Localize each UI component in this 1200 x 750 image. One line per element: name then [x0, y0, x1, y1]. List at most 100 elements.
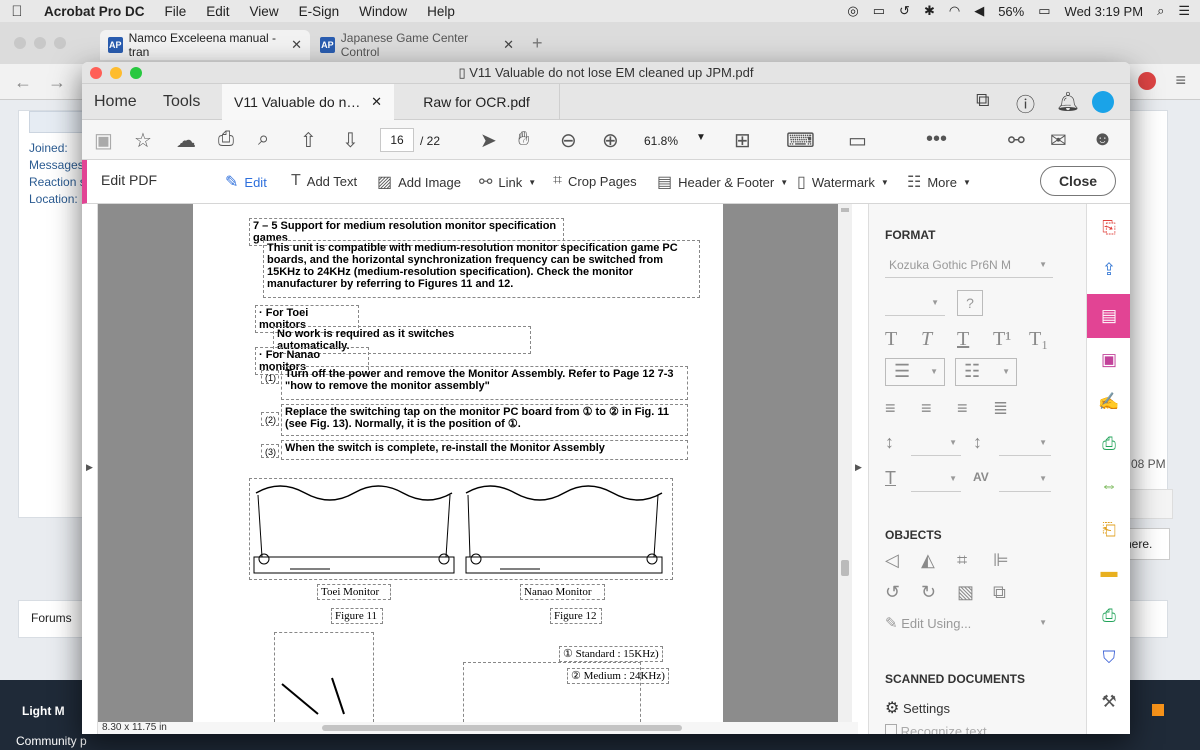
menu-view[interactable]: View — [240, 4, 289, 19]
scroll-thumb[interactable] — [841, 560, 849, 576]
step-2-number[interactable]: (2) — [261, 412, 279, 426]
figure-13-frame[interactable] — [274, 632, 374, 722]
line-spacing-dropdown[interactable]: ▼ — [911, 432, 961, 456]
italic-icon[interactable]: T — [921, 328, 932, 351]
fill-sign-icon[interactable]: ✍ — [1097, 390, 1121, 414]
rotate-left-icon[interactable]: ↺ — [885, 582, 900, 603]
home-tab[interactable]: Home — [94, 84, 137, 120]
bullet-list-dropdown[interactable]: ☰ ▼ — [885, 358, 945, 386]
menu-edit[interactable]: Edit — [196, 4, 239, 19]
apple-icon[interactable]:  — [0, 3, 34, 20]
export-pdf-icon[interactable]: ⇪ — [1097, 258, 1121, 282]
comment-icon[interactable]: ▭ — [848, 128, 867, 153]
flip-horizontal-icon[interactable]: ◁ — [885, 550, 899, 571]
organize-pages-icon[interactable]: ▣ — [1097, 348, 1121, 372]
subscript-icon[interactable]: T₁ — [1029, 328, 1048, 351]
align-objects-icon[interactable]: ⊫ — [993, 550, 1009, 571]
menu-file[interactable]: File — [155, 4, 197, 19]
battery-percent[interactable]: 56% — [998, 4, 1024, 19]
rotate-right-icon[interactable]: ↻ — [921, 582, 936, 603]
pdf-page[interactable]: 7 – 5 Support for medium resolution moni… — [193, 204, 723, 722]
share-screen-icon[interactable]: ⧉ — [976, 90, 990, 112]
recognize-text-option[interactable]: Recognize text — [885, 724, 987, 734]
chevron-down-icon[interactable]: ▼ — [696, 132, 706, 143]
browser-minimize-dot[interactable] — [34, 37, 46, 49]
back-arrow-icon[interactable]: ← — [14, 72, 32, 93]
upload-cloud-icon[interactable]: ☁ — [176, 128, 196, 153]
bookmark-star-icon[interactable]: ☆ — [134, 128, 152, 153]
email-icon[interactable]: ✉ — [1050, 128, 1067, 153]
right-panel-toggle[interactable]: ▶ — [852, 204, 868, 734]
page-number-input[interactable]: 16 — [380, 128, 414, 152]
header-footer-button[interactable]: ▤ Header & Footer ▼ — [657, 172, 788, 192]
figure-image-frame[interactable] — [249, 478, 673, 580]
align-center-icon[interactable]: ≡ — [921, 398, 932, 419]
menu-esign[interactable]: E-Sign — [289, 4, 350, 19]
doc-tab-raw[interactable]: Raw for OCR.pdf — [394, 84, 560, 120]
zoom-in-icon[interactable]: ⊕ — [602, 128, 619, 153]
volume-icon[interactable]: ◀ — [974, 3, 984, 19]
close-icon[interactable]: ✕ — [371, 84, 382, 120]
step-1-text[interactable]: Turn off the power and remove the Monito… — [281, 366, 688, 400]
paragraph-spacing-dropdown[interactable]: ▼ — [999, 432, 1051, 456]
character-spacing-icon[interactable]: AV — [973, 470, 989, 484]
edit-pdf-icon[interactable]: ▤ — [1097, 304, 1121, 328]
replace-image-icon[interactable]: ▧ — [957, 582, 974, 603]
menu-window[interactable]: Window — [349, 4, 417, 19]
text-scale-icon[interactable]: T — [885, 468, 896, 489]
nanao-monitor-caption[interactable]: Nanao Monitor — [520, 584, 605, 600]
page-display-icon[interactable]: ⊞ — [734, 128, 751, 153]
doc-tab-v11[interactable]: V11 Valuable do n… ✕ — [222, 84, 394, 120]
save-icon[interactable]: ▣ — [94, 128, 113, 153]
line-spacing-icon[interactable]: ↕ — [885, 432, 894, 453]
arrange-icon[interactable]: ⧉ — [993, 582, 1006, 603]
document-horizontal-scrollbar[interactable] — [322, 725, 682, 731]
flip-vertical-icon[interactable]: ◭ — [921, 550, 935, 571]
edit-tool-button[interactable]: ✎ Edit — [225, 172, 267, 192]
tools-tab[interactable]: Tools — [163, 84, 200, 120]
link-button[interactable]: ⚯ Link ▼ — [479, 172, 536, 192]
zoom-out-icon[interactable]: ⊖ — [560, 128, 577, 153]
create-pdf-icon[interactable]: ⎘ — [1097, 216, 1121, 240]
toei-monitor-caption[interactable]: Toei Monitor — [317, 584, 391, 600]
spotlight-icon[interactable]: ⌕ — [1157, 3, 1164, 19]
superscript-icon[interactable]: T¹ — [993, 328, 1011, 351]
compare-files-icon[interactable]: ⇔ — [1097, 474, 1121, 498]
step-2-text[interactable]: Replace the switching tap on the monitor… — [281, 404, 688, 436]
paragraph-spacing-icon[interactable]: ↕ — [973, 432, 982, 453]
browser-tab-japanese[interactable]: AP Japanese Game Center Control ✕ — [312, 30, 522, 60]
font-help-icon[interactable]: ? — [957, 290, 983, 316]
creative-cloud-icon[interactable]: ◎ — [847, 3, 858, 19]
font-family-dropdown[interactable]: Kozuka Gothic Pr6N M ▼ — [885, 254, 1053, 278]
justify-icon[interactable]: ≣ — [993, 398, 1008, 419]
forward-arrow-icon[interactable]: → — [48, 72, 66, 93]
more-options-icon[interactable]: ••• — [926, 128, 947, 151]
add-image-button[interactable]: ▨ Add Image — [377, 172, 461, 192]
browser-menu-icon[interactable]: ≡ — [1175, 70, 1186, 91]
step-1-number[interactable]: (1) — [261, 370, 279, 384]
figure-12-label[interactable]: Figure 12 — [550, 608, 602, 624]
document-vertical-scrollbar[interactable] — [838, 204, 852, 722]
send-for-signature-icon[interactable]: ⎙ — [1097, 432, 1121, 456]
watermark-button[interactable]: ▯ Watermark ▼ — [797, 172, 889, 192]
more-button[interactable]: ☷ More ▼ — [907, 172, 971, 192]
window-zoom-button[interactable] — [130, 67, 142, 79]
align-right-icon[interactable]: ≡ — [957, 398, 968, 419]
new-tab-icon[interactable]: + — [532, 33, 543, 54]
next-page-icon[interactable]: ⇩ — [342, 128, 359, 153]
account-avatar[interactable] — [1092, 91, 1114, 113]
scroll-top-handle[interactable] — [841, 208, 849, 212]
bluetooth-icon[interactable]: ✱ — [924, 3, 935, 19]
intro-paragraph[interactable]: This unit is compatible with medium-reso… — [263, 240, 700, 298]
close-edit-button[interactable]: Close — [1040, 166, 1116, 196]
window-close-button[interactable] — [90, 67, 102, 79]
crop-pages-button[interactable]: ⌗ Crop Pages — [553, 172, 637, 190]
help-icon[interactable]: ⓘ — [1016, 90, 1035, 117]
comment-tool-icon[interactable]: ▬ — [1097, 560, 1121, 584]
select-arrow-icon[interactable]: ➤ — [480, 128, 497, 153]
wifi-icon[interactable]: ◠ — [949, 3, 960, 19]
close-icon[interactable]: ✕ — [503, 37, 514, 53]
print-production-icon[interactable]: ⎙ — [1097, 604, 1121, 628]
notifications-bell-icon[interactable]: 🔔︎ — [1056, 90, 1080, 114]
add-text-button[interactable]: T Add Text — [291, 172, 357, 190]
